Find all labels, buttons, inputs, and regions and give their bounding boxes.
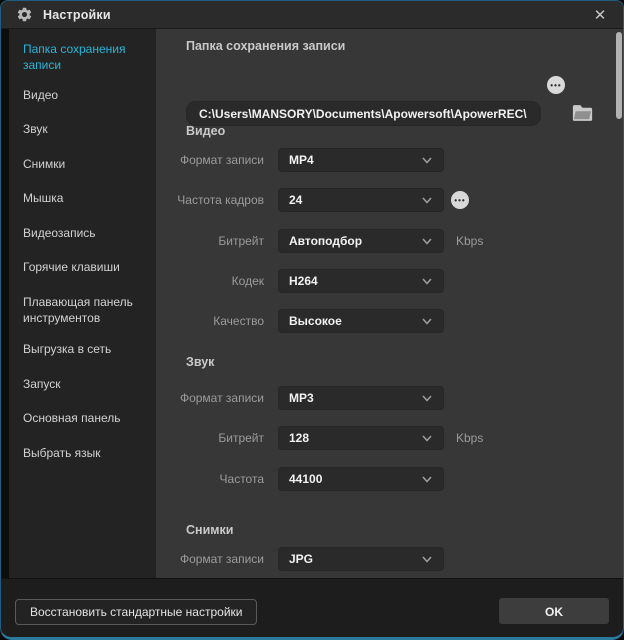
kbps-suffix: Kbps [456,426,483,450]
ok-button[interactable]: OK [499,598,609,624]
row-label: Качество [156,309,264,333]
sidebar-item-snapshots[interactable]: Снимки [23,156,148,172]
row-label: Частота [156,467,264,491]
audio-bitrate-dropdown[interactable]: 128 [278,426,444,450]
audio-format-dropdown[interactable]: MP3 [278,386,444,410]
sidebar-item-floating-toolbar[interactable]: Плавающая панель инструментов [23,294,148,326]
title-bar: Настройки ✕ [1,1,623,29]
kbps-suffix: Kbps [456,229,483,253]
dropdown-value: 44100 [289,472,421,486]
settings-window: Настройки ✕ Папка сохранения записи Виде… [0,0,624,640]
sidebar-item-save-folder[interactable]: Папка сохранения записи [23,41,148,73]
chevron-down-icon [421,553,433,565]
chevron-down-icon [421,275,433,287]
chevron-down-icon [421,315,433,327]
dropdown-value: Высокое [289,314,421,328]
save-path-input[interactable] [186,101,541,126]
window-title: Настройки [43,8,111,22]
window-edge-strip [1,29,9,578]
row-label: Битрейт [156,229,264,253]
footer-bar: Восстановить стандартные настройки OK [1,578,623,640]
dropdown-value: MP3 [289,391,421,405]
dropdown-value: 128 [289,431,421,445]
sidebar-item-hotkeys[interactable]: Горячие клавиши [23,259,148,275]
section-title-audio: Звук [186,355,214,369]
section-title-video: Видео [186,124,225,138]
chevron-down-icon [421,473,433,485]
sample-rate-dropdown[interactable]: 44100 [278,467,444,491]
dropdown-value: Автоподбор [289,234,421,248]
chevron-down-icon [421,154,433,166]
video-format-dropdown[interactable]: MP4 [278,148,444,172]
sidebar-item-recording[interactable]: Видеозапись [23,225,148,241]
sidebar-item-mouse[interactable]: Мышка [23,190,148,206]
chevron-down-icon [421,235,433,247]
scrollbar-thumb[interactable] [616,32,622,119]
video-bitrate-dropdown[interactable]: Автоподбор [278,229,444,253]
row-label: Кодек [156,269,264,293]
section-title-save-folder: Папка сохранения записи [186,39,345,53]
frame-rate-dropdown[interactable]: 24 [278,188,444,212]
open-folder-icon[interactable] [572,103,593,123]
sidebar-item-audio[interactable]: Звук [23,121,148,137]
sidebar-item-startup[interactable]: Запуск [23,376,148,392]
row-label: Частота кадров [156,188,264,212]
snapshot-format-dropdown[interactable]: JPG [278,547,444,571]
dropdown-value: JPG [289,552,421,566]
restore-defaults-button[interactable]: Восстановить стандартные настройки [15,599,257,625]
settings-content: Папка сохранения записи ••• Видео Формат… [156,29,624,578]
sidebar-item-language[interactable]: Выбрать язык [23,445,148,461]
row-label: Формат записи [156,386,264,410]
sidebar-item-main-panel[interactable]: Основная панель [23,410,148,426]
chevron-down-icon [421,392,433,404]
chevron-down-icon [421,194,433,206]
sidebar-item-video[interactable]: Видео [23,87,148,103]
section-title-snapshots: Снимки [186,523,233,537]
browse-ellipsis-button[interactable]: ••• [547,76,565,94]
dropdown-value: 24 [289,193,421,207]
gear-icon [16,6,33,23]
dropdown-value: MP4 [289,153,421,167]
dropdown-value: H264 [289,274,421,288]
codec-dropdown[interactable]: H264 [278,269,444,293]
chevron-down-icon [421,432,433,444]
scrollbar-track[interactable] [615,31,623,576]
quality-dropdown[interactable]: Высокое [278,309,444,333]
row-label: Формат записи [156,148,264,172]
row-label: Формат записи [156,547,264,571]
sidebar: Папка сохранения записи Видео Звук Снимк… [1,29,156,578]
row-label: Битрейт [156,426,264,450]
frame-rate-more-button[interactable]: ••• [451,191,469,209]
close-icon[interactable]: ✕ [587,1,613,28]
sidebar-item-upload[interactable]: Выгрузка в сеть [23,341,148,357]
